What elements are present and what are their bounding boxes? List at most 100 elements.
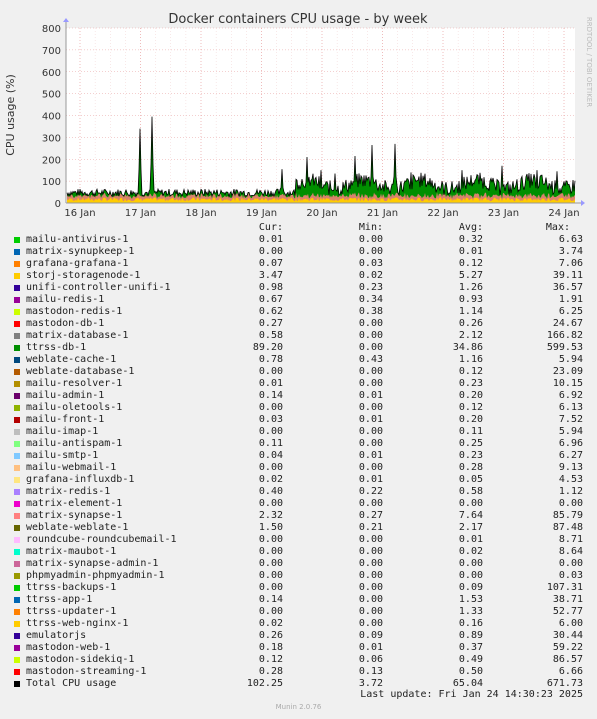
legend-value-min: 0.00 — [358, 426, 383, 437]
legend-series-name: mailu-antivirus-1 — [26, 234, 129, 245]
legend-value-min: 0.01 — [358, 414, 383, 425]
legend-value-cur: 0.98 — [258, 282, 283, 293]
legend-swatch — [14, 405, 20, 411]
legend-swatch — [14, 393, 20, 399]
legend-value-max: 6.66 — [558, 666, 583, 677]
legend-value-cur: 0.04 — [258, 450, 283, 461]
legend-row: matrix-synapse-admin-1 0.00 0.00 0.00 0.00 — [0, 558, 597, 570]
legend-series-name: unifi-controller-unifi-1 — [26, 282, 171, 293]
legend-series-name: phpmyadmin-phpmyadmin-1 — [26, 570, 165, 581]
legend-series-name: ttrss-app-1 — [26, 594, 93, 605]
legend-value-min: 0.02 — [358, 270, 383, 281]
legend-value-avg: 0.58 — [458, 486, 483, 497]
legend-swatch — [14, 513, 20, 519]
legend-row: mastodon-sidekiq-1 0.12 0.06 0.49 86.57 — [0, 654, 597, 666]
legend-swatch — [14, 465, 20, 471]
legend-swatch — [14, 321, 20, 327]
legend-row: ttrss-updater-1 0.00 0.00 1.33 52.77 — [0, 606, 597, 618]
legend-value-min: 0.00 — [358, 378, 383, 389]
legend-row: weblate-weblate-1 1.50 0.21 2.17 87.48 — [0, 522, 597, 534]
x-tick-label: 23 Jan — [488, 208, 519, 219]
legend-value-min: 0.00 — [358, 246, 383, 257]
legend-value-min: 0.00 — [358, 234, 383, 245]
legend-value-cur: 1.50 — [258, 522, 283, 533]
legend-value-min: 0.01 — [358, 450, 383, 461]
legend-value-avg: 0.00 — [458, 570, 483, 581]
x-tick-label: 20 Jan — [306, 208, 337, 219]
legend-swatch — [14, 549, 20, 555]
legend-series-name: mastodon-sidekiq-1 — [26, 654, 135, 665]
munin-version: Munin 2.0.76 — [275, 703, 322, 711]
legend-value-avg: 5.27 — [458, 270, 483, 281]
legend-value-cur: 0.00 — [258, 534, 283, 545]
legend-row: mailu-front-1 0.03 0.01 0.20 7.52 — [0, 414, 597, 426]
legend-value-max: 23.09 — [552, 366, 583, 377]
legend-series-name: weblate-database-1 — [26, 366, 135, 377]
legend-value-cur: 0.12 — [258, 654, 283, 665]
legend-value-max: 599.53 — [546, 342, 583, 353]
legend-row: mailu-webmail-1 0.00 0.00 0.28 9.13 — [0, 462, 597, 474]
legend-series-name: mastodon-db-1 — [26, 318, 105, 329]
legend-row: emulatorjs 0.26 0.09 0.89 30.44 — [0, 630, 597, 642]
legend-value-avg: 0.01 — [458, 534, 483, 545]
legend-row: weblate-cache-1 0.78 0.43 1.16 5.94 — [0, 354, 597, 366]
legend-swatch — [14, 501, 20, 507]
legend-value-min: 0.00 — [358, 342, 383, 353]
legend-series-name: ttrss-updater-1 — [26, 606, 117, 617]
legend-value-avg: 0.37 — [458, 642, 483, 653]
legend-value-max: 6.92 — [558, 390, 583, 401]
legend-swatch — [14, 381, 20, 387]
legend-swatch — [14, 585, 20, 591]
legend-value-max: 6.63 — [558, 234, 583, 245]
legend-swatch — [14, 681, 20, 687]
legend-series-name: matrix-database-1 — [26, 330, 129, 341]
legend-row: grafana-grafana-1 0.07 0.03 0.12 7.06 — [0, 258, 597, 270]
legend-value-max: 1.12 — [558, 486, 583, 497]
column-header-max: Max: — [545, 222, 570, 233]
legend-value-min: 0.00 — [358, 570, 383, 581]
legend-swatch — [14, 261, 20, 267]
legend-swatch — [14, 249, 20, 255]
legend-series-name: ttrss-backups-1 — [26, 582, 117, 593]
legend-row: mastodon-db-1 0.27 0.00 0.26 24.67 — [0, 318, 597, 330]
legend-row: matrix-synupkeep-1 0.00 0.00 0.01 3.74 — [0, 246, 597, 258]
column-header-avg: Avg: — [458, 222, 483, 233]
legend-value-max: 24.67 — [552, 318, 583, 329]
legend-swatch — [14, 477, 20, 483]
legend-row: storj-storagenode-1 3.47 0.02 5.27 39.11 — [0, 270, 597, 282]
legend-value-cur: 0.58 — [258, 330, 283, 341]
legend-swatch — [14, 285, 20, 291]
legend-row: ttrss-web-nginx-1 0.02 0.00 0.16 6.00 — [0, 618, 597, 630]
legend-value-cur: 0.00 — [258, 462, 283, 473]
legend-value-max: 8.64 — [558, 546, 583, 557]
legend-value-cur: 0.02 — [258, 618, 283, 629]
legend-value-max: 5.94 — [558, 354, 583, 365]
legend-row: mailu-redis-1 0.67 0.34 0.93 1.91 — [0, 294, 597, 306]
legend-value-cur: 0.03 — [258, 414, 283, 425]
legend-value-max: 10.15 — [552, 378, 583, 389]
legend-value-cur: 0.00 — [258, 426, 283, 437]
legend-value-avg: 0.12 — [458, 366, 483, 377]
legend-value-min: 0.00 — [358, 318, 383, 329]
legend-value-avg: 2.12 — [458, 330, 483, 341]
legend-value-min: 0.23 — [358, 282, 383, 293]
legend-value-cur: 0.28 — [258, 666, 283, 677]
legend-value-cur: 0.00 — [258, 582, 283, 593]
legend-value-min: 0.06 — [358, 654, 383, 665]
legend-value-max: 8.71 — [558, 534, 583, 545]
legend-value-min: 0.00 — [358, 594, 383, 605]
legend-value-max: 5.94 — [558, 426, 583, 437]
legend-series-name: ttrss-db-1 — [26, 342, 87, 353]
legend-series-name: matrix-element-1 — [26, 498, 123, 509]
legend-value-avg: 0.26 — [458, 318, 483, 329]
legend-value-max: 0.00 — [558, 498, 583, 509]
legend-swatch — [14, 273, 20, 279]
legend-value-min: 0.03 — [358, 258, 383, 269]
legend-swatch — [14, 621, 20, 627]
legend-row: grafana-influxdb-1 0.02 0.01 0.05 4.53 — [0, 474, 597, 486]
legend-value-avg: 0.00 — [458, 558, 483, 569]
column-header-cur: Cur: — [258, 222, 283, 233]
legend-value-cur: 0.00 — [258, 606, 283, 617]
legend-series-name: mailu-imap-1 — [26, 426, 99, 437]
chart-area: Docker containers CPU usage - by week CP… — [0, 0, 597, 230]
